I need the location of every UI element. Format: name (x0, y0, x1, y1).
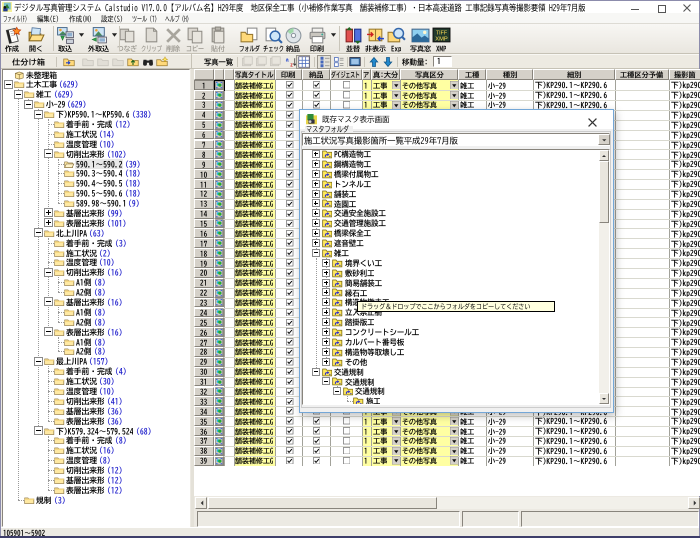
svg-text:a: a (286, 57, 289, 63)
svg-text:XMP: XMP (435, 36, 448, 42)
svg-text:z: z (290, 62, 293, 68)
